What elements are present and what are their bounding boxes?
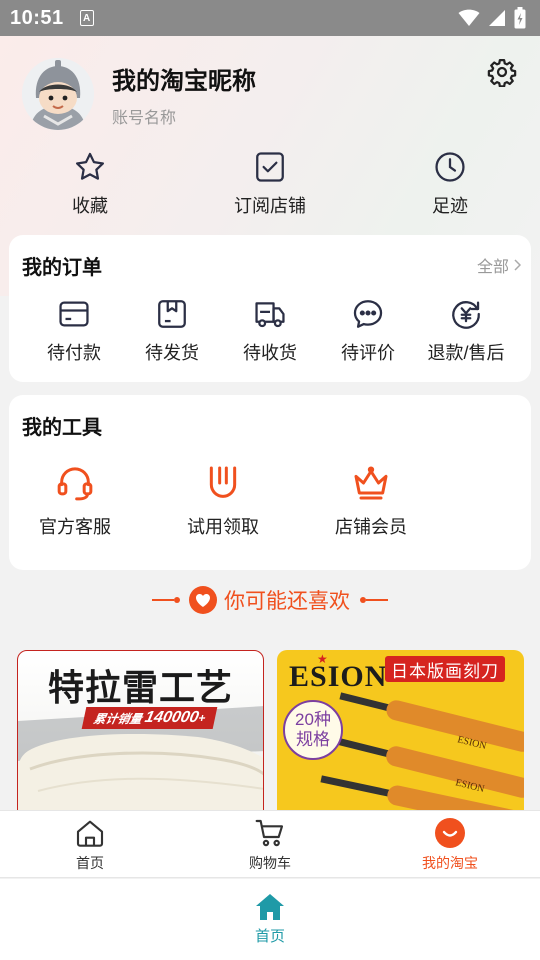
recommend-title: 你可能还喜欢 [224, 590, 350, 613]
tools-card: 我的工具 官方客服 试用领取 店铺会员 [9, 395, 531, 570]
order-pending-review[interactable]: 待评价 [318, 297, 418, 365]
wifi-icon [458, 9, 480, 26]
tab-cart[interactable]: 购物车 [210, 817, 330, 873]
chevron-right-icon [514, 259, 521, 271]
quick-links: 收藏 订阅店铺 足迹 [0, 150, 540, 230]
signal-icon [489, 10, 505, 26]
order-refund-aftersale[interactable]: 退款/售后 [416, 297, 516, 365]
tool-label: 店铺会员 [335, 517, 407, 537]
tool-customer-service[interactable]: 官方客服 [15, 463, 135, 539]
order-pending-payment[interactable]: 待付款 [24, 297, 124, 365]
tab-label: 我的淘宝 [422, 855, 478, 871]
sales-badge-suffix: + [196, 711, 207, 725]
order-label: 待发货 [145, 343, 199, 363]
product-title: 特拉雷工艺 [47, 667, 233, 708]
notification-a-icon: A [79, 10, 94, 26]
refund-icon [452, 301, 480, 329]
spec-badge: 20种 规格 [283, 700, 343, 760]
view-all-label: 全部 [476, 259, 509, 276]
tool-trial[interactable]: 试用领取 [163, 463, 283, 539]
tab-label: 首页 [76, 855, 104, 871]
heart-badge-icon [189, 586, 217, 614]
tool-store-membership[interactable]: 店铺会员 [311, 463, 431, 539]
trial-icon [209, 466, 237, 498]
view-all-orders-link[interactable]: 全部 [477, 253, 521, 277]
quick-link-label: 订阅店铺 [234, 196, 306, 216]
tab-home[interactable]: 首页 [30, 817, 150, 873]
bottom-navigation: 首页 [0, 879, 540, 960]
sales-badge: 累计销量 140000 + [81, 707, 218, 729]
home-filled-icon [256, 894, 284, 920]
tab-my-taobao[interactable]: 我的淘宝 [390, 817, 510, 873]
avatar[interactable] [22, 58, 94, 130]
gear-icon [487, 59, 517, 87]
order-pending-receipt[interactable]: 待收货 [220, 297, 320, 365]
right-decoration [360, 597, 388, 603]
chat-bubble-icon [353, 300, 383, 328]
clock-icon [435, 152, 465, 182]
bottom-nav-label: 首页 [254, 928, 285, 945]
app-tab-bar: 首页 购物车 我的淘宝 [0, 810, 540, 878]
tab-label: 购物车 [249, 855, 291, 871]
crown-icon [354, 466, 388, 500]
truck-icon [255, 302, 285, 328]
quick-link-subscribed-stores[interactable]: 订阅店铺 [210, 150, 330, 218]
tool-label: 官方客服 [39, 517, 111, 537]
status-bar: 10:51 A [0, 0, 540, 36]
package-icon [158, 300, 186, 328]
tool-label: 试用领取 [187, 517, 259, 537]
account-name: 账号名称 [112, 109, 177, 127]
taobao-mine-icon [435, 818, 465, 848]
recommend-header: 你可能还喜欢 [0, 582, 540, 618]
orders-title: 我的订单 [22, 257, 102, 279]
tools-title: 我的工具 [22, 417, 102, 439]
left-decoration [152, 597, 180, 603]
product-card-carving-knife[interactable]: ESION ESION ★ ESION 日本版画刻刀 20种 规格 [277, 650, 524, 812]
nickname: 我的淘宝昵称 [112, 67, 256, 95]
cart-icon [255, 819, 284, 847]
status-time: 10:51 [10, 6, 64, 29]
sales-badge-text: 累计销量 [92, 711, 144, 726]
order-pending-shipment[interactable]: 待发货 [122, 297, 222, 365]
order-label: 待评价 [341, 343, 395, 363]
order-label: 待收货 [243, 343, 297, 363]
sales-badge-number: 140000 [143, 709, 201, 726]
order-label: 退款/售后 [427, 343, 505, 363]
product-card-pillow[interactable]: 特拉雷工艺 累计销量 140000 + [17, 650, 264, 812]
quick-link-label: 足迹 [432, 196, 468, 216]
product-tag: 日本版画刻刀 [385, 656, 505, 682]
quick-link-favorites[interactable]: 收藏 [30, 150, 150, 218]
settings-button[interactable] [486, 56, 518, 88]
avatar-cartoon-icon [22, 58, 94, 130]
star-icon [75, 152, 105, 180]
quick-link-label: 收藏 [72, 196, 108, 216]
home-outline-icon [76, 820, 104, 847]
brand-logo: ESION [289, 660, 388, 693]
wallet-icon [59, 301, 89, 327]
order-label: 待付款 [47, 343, 101, 363]
bottom-nav-home[interactable]: 首页 [230, 893, 310, 946]
headset-icon [57, 467, 93, 501]
subscribe-store-icon [256, 152, 284, 182]
battery-icon [514, 7, 526, 29]
orders-card: 我的订单 全部 待付款 待发货 待收货 待评价 退款/售后 [9, 235, 531, 382]
profile-header[interactable]: 我的淘宝昵称 账号名称 [22, 58, 256, 130]
quick-link-footprint[interactable]: 足迹 [390, 150, 510, 218]
